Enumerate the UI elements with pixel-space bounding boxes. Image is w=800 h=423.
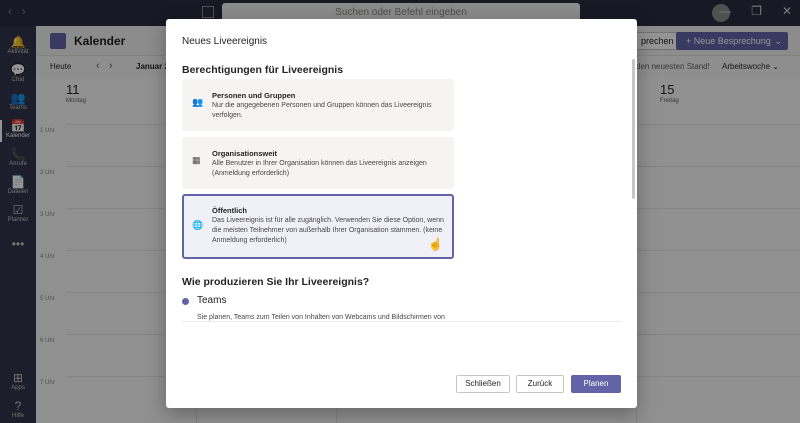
option-description: Alle Benutzer in Ihrer Organisation könn… bbox=[212, 160, 427, 177]
option-description: Das Liveereignis ist für alle zugänglich… bbox=[212, 217, 444, 244]
option-title: Öffentlich bbox=[212, 206, 247, 215]
globe-icon: 🌐 bbox=[192, 220, 204, 230]
production-description: Sie planen, Teams zum Teilen von Inhalte… bbox=[197, 314, 445, 321]
people-icon: 👥 bbox=[192, 97, 204, 107]
option-org-wide[interactable]: ▦ Organisationsweit Alle Benutzer in Ihr… bbox=[182, 137, 454, 189]
production-heading: Wie produzieren Sie Ihr Liveereignis? bbox=[182, 276, 370, 288]
divider bbox=[182, 321, 622, 322]
dialog-scroll-area[interactable]: Berechtigungen für Liveereignis 👥 Person… bbox=[166, 61, 637, 321]
option-title: Personen und Gruppen bbox=[212, 91, 296, 100]
dialog-title: Neues Liveereignis bbox=[182, 36, 268, 47]
option-public[interactable]: 🌐 Öffentlich Das Liveereignis ist für al… bbox=[182, 194, 454, 259]
dialog-scrollbar[interactable] bbox=[632, 59, 635, 199]
plan-button[interactable]: Planen bbox=[571, 375, 621, 393]
hand-cursor-icon: ☝ bbox=[428, 237, 443, 251]
production-option-label[interactable]: Teams bbox=[197, 295, 226, 306]
new-live-event-dialog: Neues Liveereignis Berechtigungen für Li… bbox=[166, 19, 637, 408]
close-button[interactable]: Schließen bbox=[456, 375, 510, 393]
building-icon: ▦ bbox=[192, 155, 201, 165]
permissions-heading: Berechtigungen für Liveereignis bbox=[182, 64, 344, 76]
back-button[interactable]: Zurück bbox=[516, 375, 564, 393]
radio-teams[interactable] bbox=[182, 298, 189, 305]
option-people-groups[interactable]: 👥 Personen und Gruppen Nur die angegeben… bbox=[182, 79, 454, 131]
option-description: Nur die angegebenen Personen und Gruppen… bbox=[212, 102, 432, 119]
option-title: Organisationsweit bbox=[212, 149, 278, 158]
